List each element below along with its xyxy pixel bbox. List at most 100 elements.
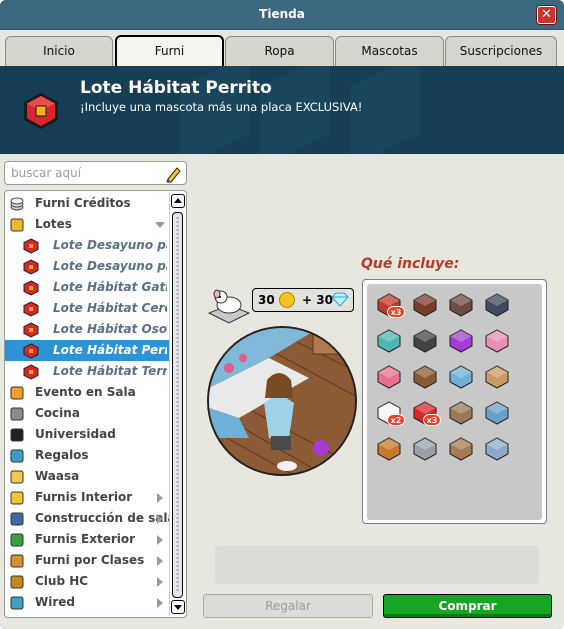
lamp-icon[interactable] <box>483 398 511 426</box>
category-label: Furni por Clases <box>35 553 145 567</box>
coat-rack-icon[interactable] <box>447 290 475 318</box>
category-label: Furni Créditos <box>35 196 131 210</box>
catalog-window: Tienda ✕ Inicio Furni Ropa Mascotas Susc… <box>0 0 564 629</box>
quantity-badge: x3 <box>387 306 405 318</box>
category-item[interactable]: Waasa <box>5 466 169 487</box>
item-thumbnail <box>485 329 509 353</box>
desk-icon[interactable] <box>483 362 511 390</box>
price-credits: 30 <box>258 293 275 307</box>
bundle-icon <box>24 93 58 129</box>
pencil-icon[interactable] <box>164 165 182 183</box>
chevron-right-icon[interactable] <box>157 598 163 608</box>
tree-scrollbar[interactable] <box>169 192 185 616</box>
club-hc-icon <box>10 575 24 589</box>
tab-mascotas[interactable]: Mascotas <box>335 36 444 66</box>
item-thumbnail <box>449 293 473 317</box>
item-thumbnail <box>449 401 473 425</box>
pet-dog-icon[interactable] <box>375 434 403 462</box>
coins-icon <box>10 197 24 211</box>
picture-frame-icon[interactable] <box>483 434 511 462</box>
subcategory-item[interactable]: Lote Hábitat Perrito <box>5 340 169 361</box>
wardrobe-icon[interactable] <box>447 398 475 426</box>
subcategory-item[interactable]: Lote Hábitat Terrier <box>5 361 169 382</box>
chevron-right-icon[interactable] <box>157 493 163 503</box>
search-placeholder: buscar aquí <box>11 166 82 180</box>
fireplace-icon[interactable] <box>411 290 439 318</box>
category-item[interactable]: Furni Créditos <box>5 193 169 214</box>
tab-furni[interactable]: Furni <box>115 35 224 66</box>
chevron-down-icon[interactable] <box>155 222 165 228</box>
item-thumbnail <box>377 329 401 353</box>
pink-chair-icon[interactable] <box>483 326 511 354</box>
category-label: Lotes <box>35 217 72 231</box>
subcategory-item[interactable]: Lote Hábitat Oso Po <box>5 319 169 340</box>
category-label: Lote Hábitat Perrito <box>53 343 167 357</box>
category-item[interactable]: Furni por Clases <box>5 550 169 571</box>
category-item[interactable]: Wired <box>5 592 169 613</box>
category-label: Lote Hábitat Gatito <box>53 280 167 294</box>
dark-rug-icon[interactable] <box>411 326 439 354</box>
category-item[interactable]: Furnis Interior <box>5 487 169 508</box>
tab-suscripciones[interactable]: Suscripciones <box>445 36 557 66</box>
subcategory-item[interactable]: Lote Hábitat Cerdito <box>5 298 169 319</box>
white-rug-icon[interactable]: x2 <box>375 398 405 426</box>
search-input[interactable]: buscar aquí <box>4 161 187 185</box>
close-button[interactable]: ✕ <box>537 6 556 24</box>
subcategory-item[interactable]: Lote Desayuno para <box>5 256 169 277</box>
category-item[interactable]: Lotes <box>5 214 169 235</box>
category-item[interactable]: Regalos <box>5 445 169 466</box>
tab-inicio[interactable]: Inicio <box>5 36 113 66</box>
gift-button[interactable]: Regalar <box>203 594 373 618</box>
classes-icon <box>10 554 24 568</box>
bundle-items-area: x3 x2 x3 <box>367 284 542 520</box>
category-item[interactable]: Evento en Sala <box>5 382 169 403</box>
category-label: Lote Desayuno para <box>53 259 167 273</box>
item-thumbnail <box>485 365 509 389</box>
item-thumbnail <box>377 365 401 389</box>
price-tag: 30 + 30 <box>252 288 354 312</box>
chevron-down-icon <box>174 605 182 610</box>
chevron-right-icon[interactable] <box>157 556 163 566</box>
laptop-icon[interactable] <box>411 434 439 462</box>
scroll-thumb[interactable] <box>172 212 183 598</box>
scroll-up-button[interactable] <box>171 194 185 208</box>
buy-button[interactable]: Comprar <box>383 594 552 618</box>
category-item[interactable]: Universidad <box>5 424 169 445</box>
category-label: Club HC <box>35 574 89 588</box>
tab-ropa[interactable]: Ropa <box>225 36 334 66</box>
bundle-icon <box>23 343 39 359</box>
category-label: Cocina <box>35 406 80 420</box>
necklace-icon[interactable]: x3 <box>375 290 405 318</box>
wood-chair-icon[interactable] <box>411 362 439 390</box>
catalog-banner: Lote Hábitat Perrito ¡Incluye una mascot… <box>0 66 564 154</box>
graduation-cap-icon <box>10 428 24 442</box>
quantity-badge: x3 <box>423 414 441 426</box>
category-item[interactable]: Cocina <box>5 403 169 424</box>
category-label: Lote Desayuno para <box>53 238 167 252</box>
category-label: Lote Hábitat Cerdito <box>53 301 167 315</box>
category-tree: Wired Club HC Furni por Clases Furnis Exter… <box>4 190 187 618</box>
item-thumbnail <box>449 365 473 389</box>
category-item[interactable]: Club HC <box>5 571 169 592</box>
chevron-right-icon[interactable] <box>157 535 163 545</box>
chevron-right-icon[interactable] <box>157 577 163 587</box>
scroll-down-button[interactable] <box>171 600 185 614</box>
subcategory-item[interactable]: Lote Desayuno para <box>5 235 169 256</box>
category-item[interactable]: Furnis Exterior <box>5 529 169 550</box>
item-thumbnail <box>413 365 437 389</box>
title-bar[interactable]: Tienda ✕ <box>0 0 564 30</box>
waasa-icon <box>10 470 24 484</box>
subcategory-item[interactable]: Lote Hábitat Gatito <box>5 277 169 298</box>
wired-icon <box>10 596 24 610</box>
pink-sofa-icon[interactable] <box>375 362 403 390</box>
cushion-icon[interactable] <box>375 326 403 354</box>
red-rug-icon[interactable]: x3 <box>411 398 441 426</box>
bundle-preview-image <box>207 326 357 476</box>
purple-flower-icon[interactable] <box>447 326 475 354</box>
chevron-right-icon[interactable] <box>157 514 163 524</box>
nightstand-icon[interactable] <box>447 434 475 462</box>
plant-icon <box>10 533 24 547</box>
category-item[interactable]: Construcción de sala <box>5 508 176 529</box>
blue-bed-icon[interactable] <box>447 362 475 390</box>
window-icon[interactable] <box>483 290 511 318</box>
